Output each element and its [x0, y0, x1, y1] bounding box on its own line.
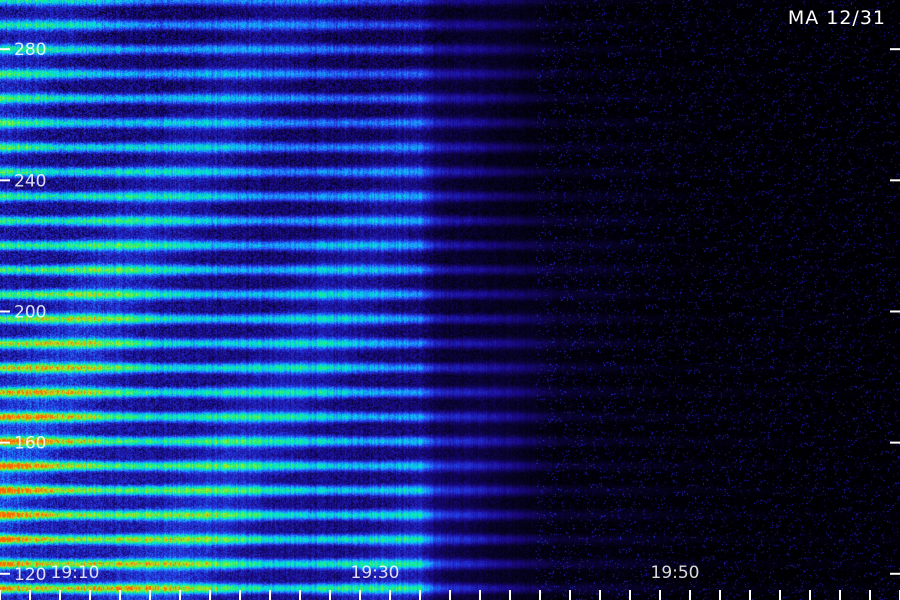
chart-overlay: MA 12/31 120 160 200 240 280 19:10 19:30 19:50	[0, 7, 900, 600]
chart-title: MA 12/31	[788, 7, 886, 29]
y-tick-label: 120	[14, 565, 46, 585]
y-tick-label: 200	[14, 302, 46, 322]
y-axis-ticks: 120 160 200 240 280	[0, 40, 900, 585]
x-tick-label: 19:50	[651, 563, 700, 583]
x-tick-label: 19:10	[51, 563, 100, 583]
y-tick-label: 160	[14, 434, 46, 454]
y-tick-label: 280	[14, 40, 46, 60]
x-tick-label: 19:30	[351, 563, 400, 583]
y-tick-label: 240	[14, 171, 46, 191]
x-axis-ticks: 19:10 19:30 19:50	[0, 563, 900, 600]
